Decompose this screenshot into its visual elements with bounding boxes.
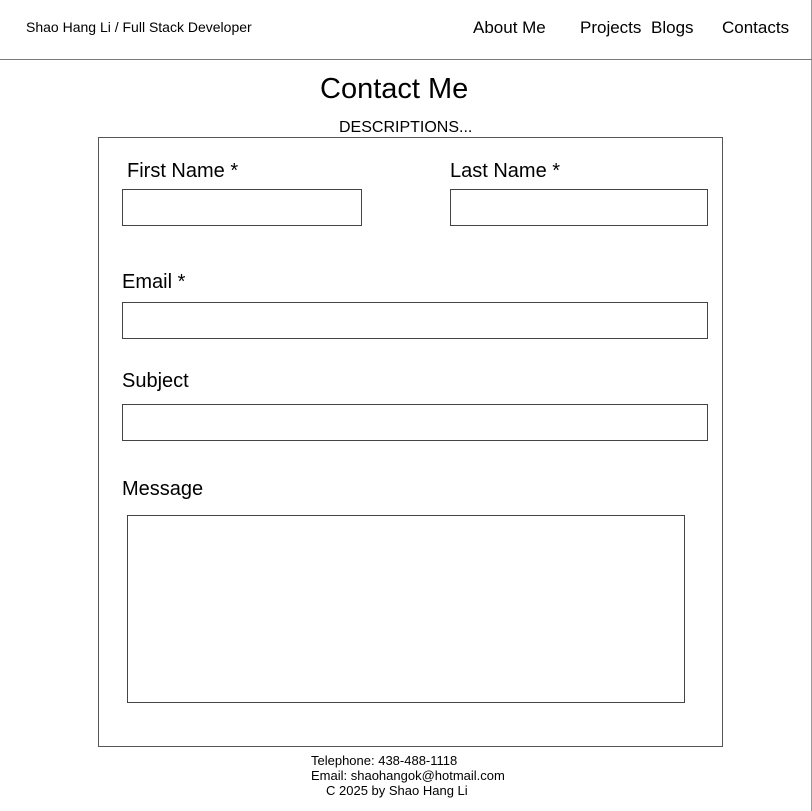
- last-name-label: Last Name *: [450, 160, 561, 182]
- contact-form: First Name * Last Name * Email * Subject…: [98, 137, 723, 747]
- first-name-input[interactable]: [122, 189, 362, 226]
- footer-telephone: Telephone: 438-488-1118: [311, 753, 458, 768]
- subject-label: Subject: [122, 370, 189, 392]
- nav-blogs[interactable]: Blogs: [651, 18, 694, 38]
- message-textarea[interactable]: [127, 515, 685, 703]
- site-header: Shao Hang Li / Full Stack Developer Abou…: [0, 0, 812, 60]
- page-title: Contact Me: [320, 73, 469, 105]
- subject-input[interactable]: [122, 404, 708, 441]
- message-label: Message: [122, 478, 204, 500]
- email-input[interactable]: [122, 302, 708, 339]
- nav-projects[interactable]: Projects: [580, 18, 641, 38]
- page-description: DESCRIPTIONS...: [339, 119, 473, 136]
- footer-email: Email: shaohangok@hotmail.com: [311, 768, 505, 783]
- contact-page: Shao Hang Li / Full Stack Developer Abou…: [0, 0, 812, 811]
- site-brand[interactable]: Shao Hang Li / Full Stack Developer: [26, 19, 252, 35]
- nav-contacts[interactable]: Contacts: [722, 18, 789, 38]
- first-name-label: First Name *: [127, 160, 239, 182]
- footer-copyright: C 2025 by Shao Hang Li: [326, 783, 468, 798]
- nav-about-me[interactable]: About Me: [473, 18, 546, 38]
- email-label: Email *: [122, 271, 186, 293]
- last-name-input[interactable]: [450, 189, 708, 226]
